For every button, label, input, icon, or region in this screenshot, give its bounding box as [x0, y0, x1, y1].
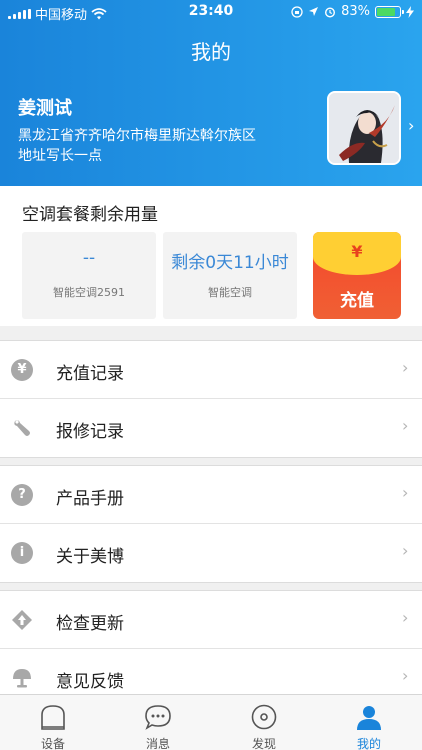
menu-group: ¥ 充值记录 › 报修记录 › [0, 340, 422, 458]
profile-header: 中国移动 23:40 83% 我的 姜测试 黑龙江省齐齐哈尔市梅里斯达斡尔族区地… [0, 0, 422, 186]
location-icon [309, 7, 319, 16]
chevron-right-icon: › [408, 116, 415, 135]
menu-item-label: 检查更新 [56, 614, 124, 634]
wrench-icon [14, 420, 30, 436]
battery-percent: 83% [341, 4, 370, 19]
page-title: 我的 [191, 40, 231, 64]
status-bar: 中国移动 23:40 83% [0, 0, 422, 24]
info-circle-icon: i [11, 542, 33, 564]
tab-messages[interactable]: 消息 [105, 695, 211, 750]
usage-tile[interactable]: 剩余0天11小时 智能空调 [163, 232, 297, 319]
device-icon [41, 705, 65, 730]
chevron-right-icon: › [402, 541, 409, 560]
alarm-icon [325, 6, 336, 18]
person-icon [357, 706, 381, 730]
menu-group: 检查更新 › 意见反馈 › [0, 590, 422, 708]
tab-mine[interactable]: 我的 [316, 695, 422, 750]
usage-value: 剩余0天11小时 [171, 253, 289, 273]
profile-card[interactable]: 姜测试 黑龙江省齐齐哈尔市梅里斯达斡尔族区地址写长一点 › [0, 86, 422, 170]
tab-devices[interactable]: 设备 [0, 695, 106, 750]
user-address: 黑龙江省齐齐哈尔市梅里斯达斡尔族区地址写长一点 [18, 128, 256, 164]
yen-circle-icon: ¥ [11, 359, 33, 381]
usage-device-label: 智能空调2591 [53, 286, 125, 299]
usage-title: 空调套餐剩余用量 [22, 205, 158, 225]
menu-item-check-update[interactable]: 检查更新 › [0, 591, 422, 649]
tab-bar: 设备 消息 发现 我的 [0, 694, 422, 750]
menu-item-recharge-records[interactable]: ¥ 充值记录 › [0, 341, 422, 399]
chevron-right-icon: › [402, 358, 409, 377]
menu-item-label: 意见反馈 [56, 672, 124, 692]
message-bubble-icon [145, 705, 171, 730]
tab-label: 发现 [251, 737, 276, 750]
chevron-right-icon: › [402, 608, 409, 627]
battery-icon [375, 5, 404, 18]
chevron-right-icon: › [402, 666, 409, 685]
orientation-lock-icon [291, 5, 303, 18]
update-arrow-icon [12, 610, 32, 630]
recharge-label: 充值 [340, 291, 374, 311]
recharge-button[interactable]: ¥ 充值 [313, 232, 401, 319]
avatar[interactable] [327, 91, 401, 165]
discover-icon [251, 704, 277, 730]
menu-item-label: 产品手册 [56, 489, 124, 509]
yen-icon: ¥ [351, 242, 363, 261]
menu-item-product-manual[interactable]: ? 产品手册 › [0, 466, 422, 524]
feedback-lamp-icon [13, 669, 31, 688]
usage-device-label: 智能空调 [208, 286, 252, 299]
menu-item-repair-records[interactable]: 报修记录 › [0, 399, 422, 457]
tab-label: 消息 [145, 737, 170, 750]
tab-label: 我的 [356, 737, 381, 750]
tab-discover[interactable]: 发现 [211, 695, 317, 750]
question-circle-icon: ? [11, 484, 33, 506]
menu-group: ? 产品手册 › i 关于美博 › [0, 465, 422, 583]
tab-label: 设备 [40, 737, 65, 750]
menu-item-label: 报修记录 [56, 422, 124, 442]
usage-value: -- [82, 248, 96, 268]
charging-bolt-icon [406, 5, 414, 18]
chevron-right-icon: › [402, 483, 409, 502]
usage-tile[interactable]: -- 智能空调2591 [22, 232, 156, 319]
menu-item-label: 充值记录 [56, 364, 124, 384]
chevron-right-icon: › [402, 416, 409, 435]
usage-card: 空调套餐剩余用量 -- 智能空调2591 剩余0天11小时 智能空调 ¥ 充值 [0, 186, 422, 326]
user-name: 姜测试 [18, 98, 72, 119]
menu-item-label: 关于美博 [56, 547, 124, 567]
menu-item-about[interactable]: i 关于美博 › [0, 524, 422, 582]
